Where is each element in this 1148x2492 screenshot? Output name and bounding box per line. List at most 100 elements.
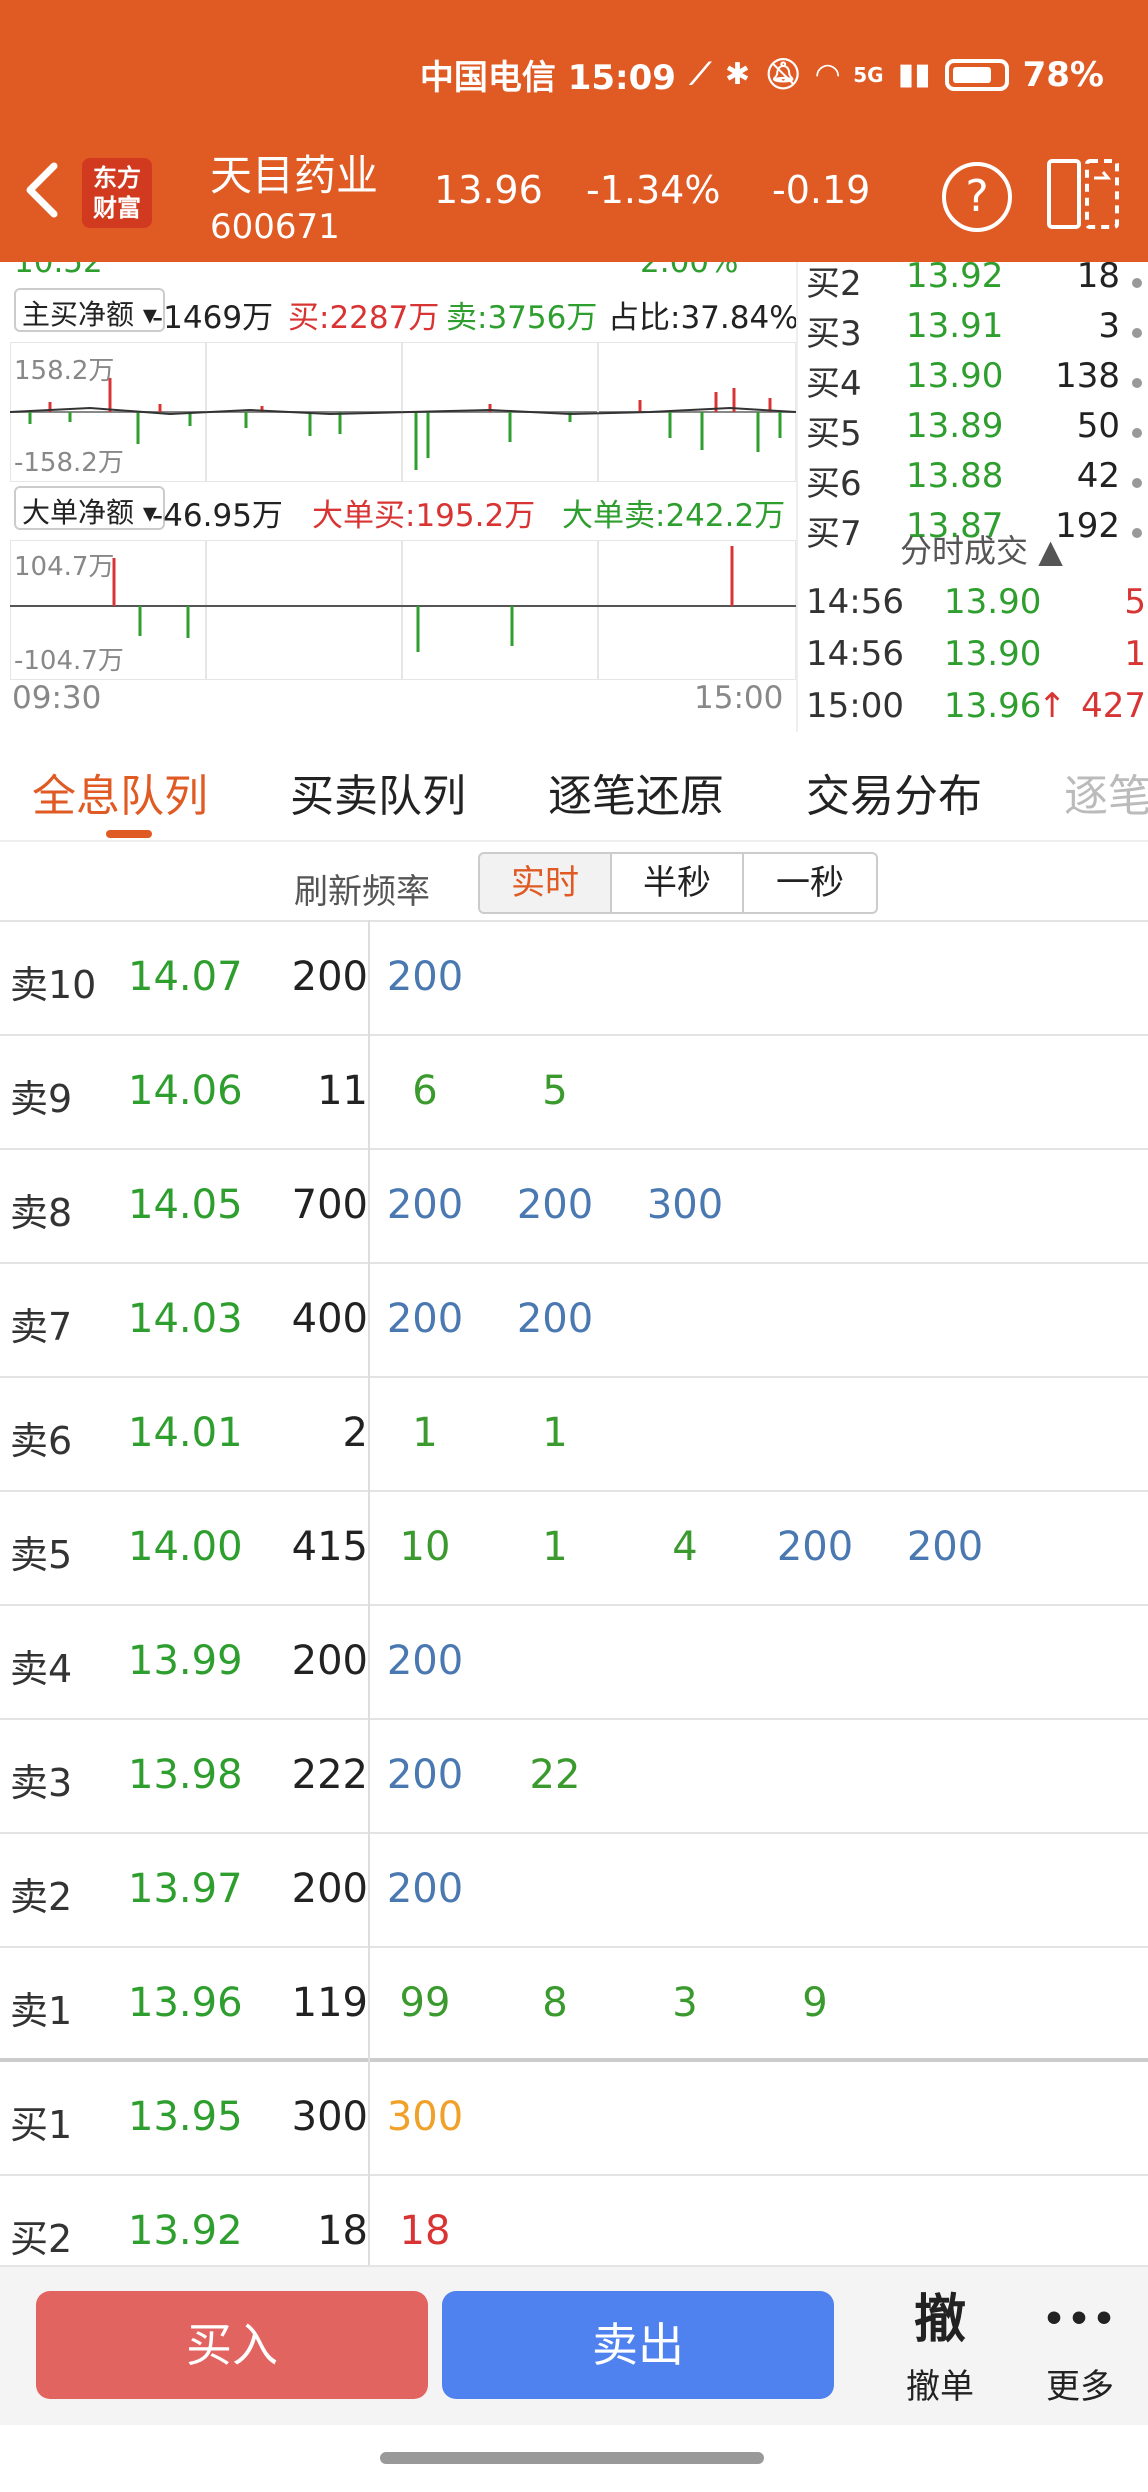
queue-order-cell: 200 [386, 1752, 464, 1798]
mute-icon: 🔕︎ [764, 57, 803, 92]
side-bid-label: 买4 [806, 364, 862, 404]
dot-icon [1132, 278, 1142, 288]
queue-row[interactable]: 卖7 14.03 400 200 200 [0, 1262, 1148, 1376]
time-end: 15:00 [694, 680, 784, 716]
side-bid-row[interactable]: 买3 13.91 3 [798, 306, 1148, 356]
queue-total-volume: 700 [291, 1182, 368, 1228]
queue-order-cell: 3 [672, 1980, 698, 2026]
queue-row[interactable]: 卖8 14.05 700 200 200 300 [0, 1148, 1148, 1262]
tick-volume: 1 [1124, 634, 1146, 674]
refresh-realtime-option[interactable]: 实时 [478, 852, 612, 914]
side-bid-label: 买3 [806, 314, 862, 354]
column-divider [368, 920, 370, 2265]
tab-trade-distribution[interactable]: 交易分布 [806, 760, 982, 824]
main-net-chart [10, 342, 796, 482]
queue-order-cell: 200 [386, 1182, 464, 1228]
tick-price: 13.96 [944, 686, 1042, 726]
queue-price: 14.00 [128, 1524, 243, 1570]
help-button[interactable]: ? [942, 162, 1012, 232]
tick-price: 13.90 [944, 582, 1042, 622]
buy-button[interactable]: 买入 [36, 2291, 428, 2399]
queue-total-volume: 415 [291, 1524, 368, 1570]
queue-price: 14.07 [128, 954, 243, 1000]
queue-price: 13.95 [128, 2094, 243, 2140]
change-amount: -0.19 [772, 168, 871, 212]
partial-top-left: 10.52 [14, 262, 103, 280]
queue-price: 13.99 [128, 1638, 243, 1684]
more-icon: ••• [1042, 2299, 1118, 2340]
main-sell-amount: 卖:3756万 [446, 300, 598, 336]
order-queue-table[interactable]: 卖10 14.07 200 200 卖9 14.06 1 1 6 5 卖8 14.05 700 200 20… [0, 920, 1148, 2265]
bluetooth-icon: ✱ [724, 57, 751, 92]
more-button[interactable]: ••• 更多 [1030, 2289, 1130, 2408]
side-bid-row[interactable]: 买2 13.92 18 [798, 262, 1148, 306]
queue-row[interactable]: 卖3 13.98 222 200 22 [0, 1718, 1148, 1832]
queue-total-volume: 200 [291, 1866, 368, 1912]
queue-row[interactable]: 卖2 13.97 200 200 [0, 1832, 1148, 1946]
queue-price: 13.92 [128, 2208, 243, 2254]
queue-order-cell: 18 [399, 2208, 451, 2254]
side-bid-row[interactable]: 买4 13.90 138 [798, 356, 1148, 406]
order-book-side-list[interactable]: 买2 13.92 18 买3 13.91 3 买4 13.90 138 买5 13.89 50 买6 13… [796, 262, 1148, 732]
big-net-chart [10, 540, 796, 680]
side-bid-label: 买2 [806, 264, 862, 304]
ticks-title-label: 分时成交 [900, 532, 1029, 570]
ticks-title[interactable]: 分时成交 ▲ [900, 526, 1063, 572]
queue-row[interactable]: 卖6 14.01 2 1 1 [0, 1376, 1148, 1490]
queue-row[interactable]: 卖1 13.96 119 99 8 3 9 [0, 1946, 1148, 2060]
app-logo: 东方 财富 [82, 158, 152, 228]
queue-row[interactable]: 买1 13.95 300 300 [0, 2060, 1148, 2174]
dot-icon [1132, 428, 1142, 438]
queue-level-label: 卖4 [10, 1647, 73, 1691]
main-ratio: 占比:37.84% [608, 300, 796, 336]
queue-total-volume: 200 [291, 954, 368, 1000]
tick-row[interactable]: 14:56 13.90 1 [798, 634, 1148, 684]
queue-total-volume: 400 [291, 1296, 368, 1342]
battery-level: 78% [1022, 54, 1104, 95]
layout-switch-icon[interactable] [1046, 158, 1120, 230]
big-axis-top: 104.7万 [14, 552, 115, 582]
queue-order-cell: 200 [776, 1524, 854, 1570]
big-net-dropdown[interactable]: 大单净额 ▾ [14, 486, 165, 530]
side-bid-row[interactable]: 买6 13.88 42 [798, 456, 1148, 506]
tick-row[interactable]: 14:56 13.90 5 [798, 582, 1148, 632]
sell-button[interactable]: 卖出 [442, 2291, 834, 2399]
side-bid-row[interactable]: 买5 13.89 50 [798, 406, 1148, 456]
triangle-up-icon: ▲ [1038, 532, 1063, 570]
tick-row[interactable]: 15:00 13.96 ↑ 427 [798, 686, 1148, 732]
dot-icon [1132, 378, 1142, 388]
tab-full-queue[interactable]: 全息队列 [32, 760, 208, 824]
dot-icon [1132, 478, 1142, 488]
big-buy-amount: 大单买:195.2万 [312, 498, 536, 534]
queue-order-cell: 1 [412, 1410, 438, 1456]
big-axis-bottom: -104.7万 [14, 646, 124, 676]
queue-order-cell: 9 [802, 1980, 828, 2026]
queue-row[interactable]: 卖4 13.99 200 200 [0, 1604, 1148, 1718]
queue-order-cell: 200 [516, 1296, 594, 1342]
queue-level-label: 卖10 [10, 963, 97, 1007]
queue-order-cell: 200 [386, 1296, 464, 1342]
tick-time: 14:56 [806, 582, 904, 622]
queue-order-cell: 4 [672, 1524, 698, 1570]
tab-bid-ask-queue[interactable]: 买卖队列 [290, 760, 466, 824]
side-bid-volume: 3 [1098, 306, 1120, 346]
big-sell-amount: 大单卖:242.2万 [562, 498, 786, 534]
queue-level-label: 卖6 [10, 1419, 73, 1463]
back-arrow-icon[interactable] [22, 160, 62, 220]
cancel-order-button[interactable]: 撤 撤单 [890, 2289, 990, 2408]
refresh-one-second-option[interactable]: 一秒 [742, 852, 878, 914]
queue-row[interactable]: 卖5 14.00 415 10 1 4 200 200 [0, 1490, 1148, 1604]
wifi-icon: ◠ [816, 57, 840, 92]
queue-row[interactable]: 买2 13.92 18 18 [0, 2174, 1148, 2265]
side-bid-volume: 192 [1055, 506, 1120, 546]
status-bar: 中国电信 15:09 ⟋ ✱ 🔕︎ ◠ 5G ▮▮ 78% [420, 50, 1104, 99]
queue-price: 13.97 [128, 1866, 243, 1912]
refresh-half-second-option[interactable]: 半秒 [610, 852, 744, 914]
tab-tick-partial[interactable]: 逐笔 [1064, 760, 1148, 824]
queue-row[interactable]: 卖10 14.07 200 200 [0, 920, 1148, 1034]
queue-row[interactable]: 卖9 14.06 11 6 5 [0, 1034, 1148, 1148]
main-net-dropdown[interactable]: 主买净额 ▾ [14, 288, 165, 332]
tab-tick-restore[interactable]: 逐笔还原 [548, 760, 724, 824]
home-indicator[interactable] [380, 2452, 764, 2464]
logo-line1: 东方 [93, 164, 141, 192]
